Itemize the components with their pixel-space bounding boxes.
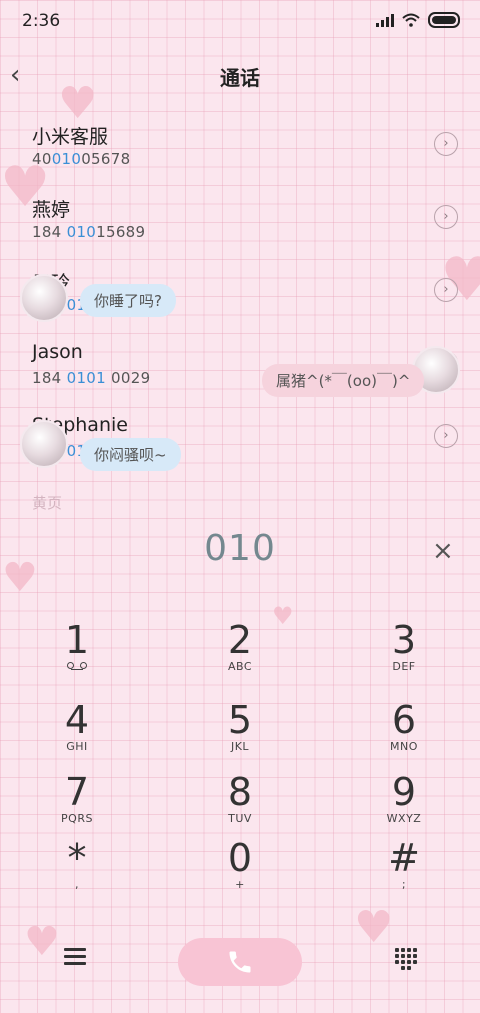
status-icons [376, 12, 460, 28]
chevron-right-icon[interactable]: › [434, 424, 458, 448]
key-8[interactable]: 8 TUV [185, 772, 295, 825]
chat-bubble: 属猪^(*￣(oo)￣)^ [262, 364, 425, 397]
voicemail-icon [67, 662, 87, 670]
contact-number: 184 0101 0029 [32, 369, 151, 387]
contact-row[interactable]: 子玲 184 0101 5678 › [0, 256, 480, 326]
key-star[interactable]: *, [22, 838, 132, 891]
clear-icon[interactable]: × [432, 536, 454, 566]
keypad-grid-icon[interactable] [395, 948, 417, 970]
key-9[interactable]: 9 WXYZ [349, 772, 459, 825]
contact-number: 4001005678 [32, 150, 131, 168]
chevron-right-icon[interactable]: › [434, 205, 458, 229]
contact-name: 小米客服 [32, 126, 109, 148]
key-0[interactable]: 0 + [185, 838, 295, 891]
title-bar: ‹ 通话 [0, 52, 480, 98]
key-hash[interactable]: #; [349, 838, 459, 891]
phone-icon [229, 951, 251, 973]
status-bar: 2:36 [0, 0, 480, 42]
contact-name: 燕婷 [32, 199, 71, 221]
chat-bubble: 你闷骚呗~ [80, 438, 181, 471]
key-7[interactable]: 7 PQRS [22, 772, 132, 825]
key-6[interactable]: 6 MNO [349, 700, 459, 753]
contact-row[interactable]: 小米客服 4001005678 › [0, 110, 480, 180]
key-1[interactable]: 1 [22, 620, 132, 673]
status-time: 2:36 [22, 11, 61, 31]
avatar [20, 420, 68, 468]
avatar [20, 274, 68, 322]
contact-row[interactable]: Stephanie 184 0102 4685 › [0, 402, 480, 472]
key-3[interactable]: 3 DEF [349, 620, 459, 673]
contact-number: 184 01015689 [32, 223, 146, 241]
call-button[interactable] [178, 938, 302, 986]
signal-icon [376, 13, 394, 27]
battery-icon [428, 12, 460, 28]
contact-row[interactable]: 燕婷 184 01015689 › [0, 183, 480, 253]
contact-name: Jason [32, 341, 83, 363]
faded-label: 黄页 [32, 494, 63, 512]
chevron-right-icon[interactable]: › [434, 278, 458, 302]
dialed-number: 010 [204, 528, 276, 569]
key-5[interactable]: 5 JKL [185, 700, 295, 753]
key-4[interactable]: 4 GHI [22, 700, 132, 753]
page-title: 通话 [220, 66, 260, 90]
key-2[interactable]: 2 ABC [185, 620, 295, 673]
wifi-icon [402, 13, 420, 27]
menu-icon[interactable] [64, 948, 86, 969]
bottom-bar [0, 936, 480, 988]
chevron-right-icon[interactable]: › [434, 132, 458, 156]
chat-bubble: 你睡了吗? [80, 284, 176, 317]
